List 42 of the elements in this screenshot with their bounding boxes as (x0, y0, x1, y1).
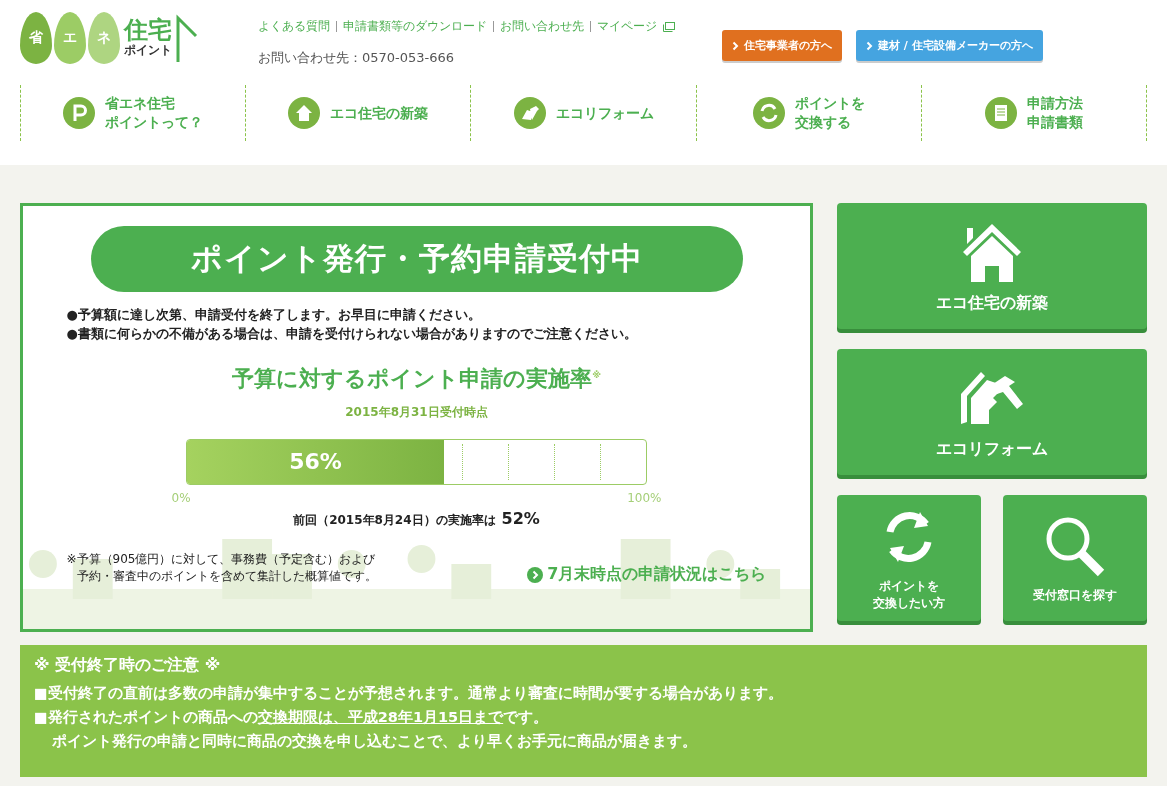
header-link[interactable]: マイページ (597, 18, 657, 35)
rate-title: 予算に対するポイント申請の実施率$^{※}$ (232, 364, 601, 393)
audience-button[interactable]: 建材 / 住宅設備メーカーの方へ (856, 30, 1043, 61)
notice-item: ポイント発行の申請と同時に商品の交換を申し込むことで、より早くお手元に商品が届きます。 (51, 731, 698, 751)
status-banner: ポイント発行・予約申請受付中 (90, 226, 743, 292)
nav-item[interactable]: エコリフォーム (470, 85, 696, 141)
footnote-text: ※予算（905億円）に対して、事務費（予定含む）および 予約・審査中のポイントを含めて集計した概算値です。 (66, 550, 377, 586)
window-icon (663, 21, 675, 32)
logo-leaf: エ (54, 12, 86, 64)
logo-leaf: 省 (20, 12, 52, 64)
as-of-date: 2015年8月31日受付時点 (345, 403, 488, 421)
nav-item[interactable]: 申請方法 申請書類 (920, 85, 1147, 141)
chevron-circle-icon (527, 566, 544, 583)
logo-leaf: ネ (88, 12, 120, 64)
logo-title: 住宅 (124, 17, 172, 42)
cycle-circle-icon (752, 97, 785, 129)
notice-text: ●書類に何らかの不備がある場合は、申請を受付けられない場合がありますのでご注意ください。 (66, 324, 638, 343)
p-circle-icon (63, 97, 96, 129)
scale-max-label: 100% (627, 490, 662, 505)
house-circle-icon (288, 97, 321, 129)
status-link[interactable]: 7月末時点の申請状況はこちら (527, 564, 767, 586)
contact-phone: お問い合わせ先：0570-053-666 (258, 49, 456, 67)
notice-item: ■受付終了の直前は多数の申請が集中することが予想されます。通常より審査に時間が要する場合があります。 (34, 684, 784, 703)
scale-min-label: 0% (171, 490, 191, 505)
notice-title: ※ 受付終了時のご注意 ※ (34, 655, 222, 676)
chevron-icon (732, 40, 739, 51)
header-link[interactable]: よくある質問 (258, 18, 330, 35)
previous-rate-value: 52% (501, 508, 540, 528)
progress-reading: 56% (289, 449, 342, 475)
notice-item: ■発行されたポイントの商品への交換期限は、平成28年1月15日までです。 (34, 707, 550, 727)
nav-item[interactable]: エコ住宅の新築 (245, 85, 471, 141)
notice-text: ●予算額に達し次第、申請受付を終了します。お早目に申請ください。 (66, 306, 482, 324)
header-link[interactable]: 申請書類等のダウンロード (343, 18, 487, 35)
previous-rate-text: 前回（2015年8月24日）の実施率は (293, 511, 496, 529)
doc-circle-icon (984, 97, 1017, 129)
logo-subtitle: ポイント (124, 42, 172, 59)
header-link[interactable]: お問い合わせ先 (500, 18, 584, 35)
audience-button[interactable]: 住宅事業者の方へ (722, 30, 842, 61)
chevron-icon (866, 40, 873, 51)
logo[interactable]: 省 エ ネ 住宅 ポイント (20, 12, 240, 64)
nav-item[interactable]: 省エネ住宅 ポイントって？ (20, 85, 246, 141)
nav-item[interactable]: ポイントを 交換する (695, 85, 921, 141)
